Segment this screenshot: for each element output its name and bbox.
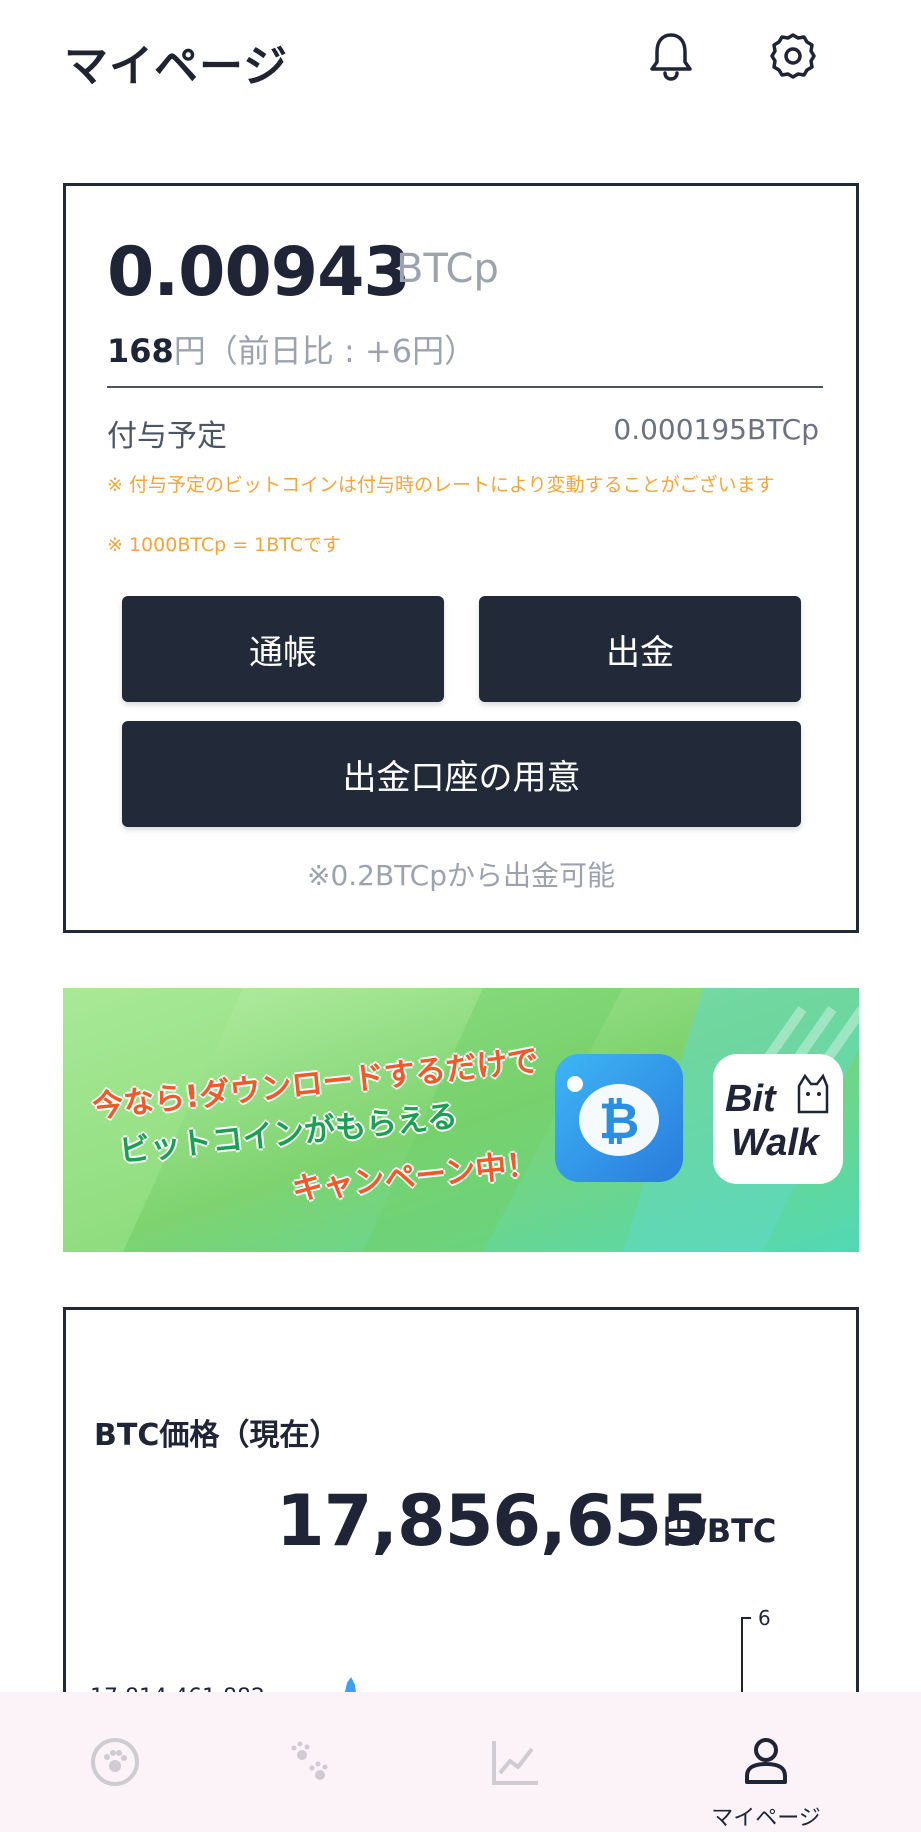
btcp-balance: 0.00943 [107,233,411,312]
bitwalk-app-icon: Bit Walk [713,1054,843,1184]
withdraw-minimum-note: ※0.2BTCpから出金可能 [307,859,615,892]
gear-icon[interactable] [765,28,821,84]
bitwalk-logo-line1: Bit [725,1078,776,1120]
bottom-nav: マイページ [0,1692,921,1832]
yen-change: 円（前日比 : +6円） [173,332,477,370]
paw-circle-icon [87,1734,143,1790]
bell-icon[interactable] [643,28,699,84]
pending-label: 付与予定 [107,419,227,454]
svg-text:₿: ₿ [599,1092,640,1150]
bitwalk-logo-line2: Walk [731,1122,820,1164]
rate-note: ※ 付与予定のビットコインは付与時のレートにより変動することがございます [107,474,775,496]
divider [107,386,823,388]
cat-icon [797,1073,829,1114]
promo-banner[interactable]: 今なら!ダウンロードするだけで ビットコインがもらえる キャンペーン中！ ₿ B… [63,988,859,1252]
btc-price-value: 17,856,655 [276,1480,710,1562]
chart-axis-label: 6 [758,1606,771,1630]
nav-item-mypage[interactable]: マイページ [651,1692,881,1832]
yen-value: 168 [107,332,174,370]
nav-item-walk[interactable] [196,1692,426,1832]
page-title: マイページ [64,41,289,92]
pending-value: 0.000195BTCp [613,413,819,446]
withdraw-button[interactable]: 出金 [479,596,801,702]
prepare-account-button[interactable]: 出金口座の用意 [122,721,801,827]
btc-price-title: BTC価格（現在） [94,1418,340,1453]
btc-price-unit: 円/BTC [663,1512,777,1550]
nav-label-mypage: マイページ [711,1806,821,1831]
yen-value-line: 168円（前日比 : +6円） [107,326,476,372]
btcp-unit: BTCp [396,246,499,292]
passbook-button[interactable]: 通帳 [122,596,444,702]
paw-prints-icon [283,1734,339,1790]
bitcoin-app-icon: ₿ [555,1054,683,1182]
chart-line-icon [487,1734,543,1790]
balance-card: 0.00943 BTCp 168円（前日比 : +6円） 付与予定 0.0001… [63,183,859,933]
person-icon [738,1734,794,1788]
conversion-note: ※ 1000BTCp = 1BTCです [107,534,342,556]
header: マイページ [0,0,921,120]
nav-item-chart[interactable] [400,1692,630,1832]
